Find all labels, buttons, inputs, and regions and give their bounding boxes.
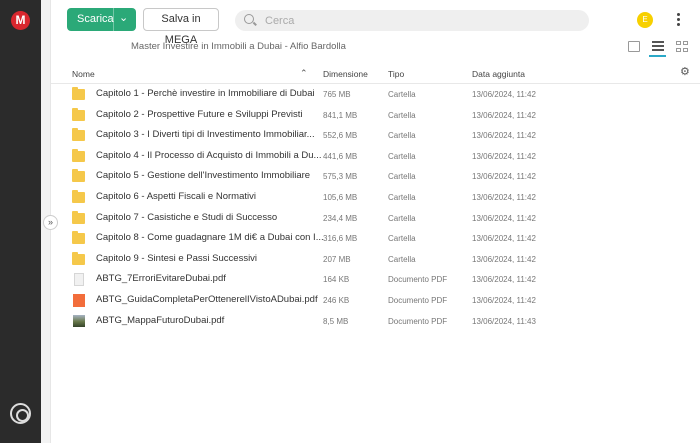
grid-view-icon[interactable] [676,41,688,52]
mega-logo-icon[interactable]: M [11,11,30,30]
file-date-added: 13/06/2024, 11:42 [472,172,536,182]
gear-icon[interactable]: ⚙ [680,67,691,78]
file-size: 164 KB [323,275,350,285]
file-type: Cartella [388,193,416,202]
file-name[interactable]: ABTG_7ErroriEvitareDubai.pdf [96,273,226,284]
file-size: 246 KB [323,296,350,305]
left-sidebar: M [0,0,41,443]
thumbnail-view-icon[interactable] [628,41,640,52]
column-header-size[interactable]: Dimensione [323,69,368,79]
pdf-file-icon [74,273,84,287]
table-row[interactable]: ABTG_MappaFuturoDubai.pdf 8,5 MB Documento… [51,311,700,332]
file-type: Cartella [388,90,416,99]
column-header-type[interactable]: Tipo [388,69,404,79]
file-type: Documento PDF [388,275,448,285]
file-date-added: 13/06/2024, 11:42 [472,131,536,141]
image-thumbnail-icon [73,314,85,327]
file-name[interactable]: Capitolo 9 - Sintesi e Passi Successivi [96,253,257,264]
search-input[interactable] [265,13,565,28]
table-row[interactable]: Capitolo 6 - Aspetti Fiscali e Normativi… [51,187,700,208]
save-to-mega-button[interactable]: Salva in MEGA [143,8,219,46]
file-name[interactable]: ABTG_MappaFuturoDubai.pdf [96,315,224,326]
file-name[interactable]: Capitolo 7 - Casistiche e Studi di Succe… [96,212,277,223]
file-date-added: 13/06/2024, 11:43 [472,316,536,326]
folder-icon [72,169,85,183]
file-name[interactable]: Capitolo 8 - Come guadagnare 1M di€ a Du… [96,232,324,243]
file-type: Cartella [388,131,416,141]
file-date-added: 13/06/2024, 11:42 [472,234,536,244]
file-size: 8,5 MB [323,316,349,326]
file-size: 575,3 MB [323,172,358,182]
folder-icon [72,210,85,224]
transfer-manager-icon[interactable] [10,403,31,424]
file-date-added: 13/06/2024, 11:42 [472,213,536,223]
file-date-added: 13/06/2024, 11:42 [472,90,536,99]
file-size: 441,6 MB [323,151,358,161]
file-name[interactable]: Capitolo 4 - Il Processo di Acquisto di … [96,150,321,161]
file-size: 552,6 MB [323,131,358,141]
sort-ascending-icon[interactable]: ⌃ [300,68,308,79]
file-name[interactable]: Capitolo 6 - Aspetti Fiscali e Normativi [96,191,256,202]
folder-icon [72,128,85,142]
file-type: Cartella [388,213,416,223]
file-size: 316,6 MB [323,234,358,244]
pdf-thumbnail-icon [73,294,85,307]
more-menu-icon[interactable] [677,13,681,29]
avatar[interactable]: E [637,12,653,28]
file-date-added: 13/06/2024, 11:42 [472,193,536,202]
file-size: 234,4 MB [323,213,358,223]
file-type: Documento PDF [388,296,448,305]
file-name[interactable]: Capitolo 3 - I Diverti tipi di Investime… [96,129,315,140]
column-header-name[interactable]: Nome [72,69,95,79]
table-row[interactable]: Capitolo 7 - Casistiche e Studi di Succe… [51,208,700,229]
download-button-separator [113,8,114,31]
file-type: Cartella [388,172,416,182]
search-icon [244,14,254,24]
download-button-label: Scarica [77,13,114,25]
folder-icon [72,107,85,121]
table-row[interactable]: Capitolo 3 - I Diverti tipi di Investime… [51,125,700,146]
file-date-added: 13/06/2024, 11:42 [472,296,536,305]
file-name[interactable]: Capitolo 2 - Prospettive Future e Svilup… [96,109,302,120]
file-size: 207 MB [323,254,351,264]
file-name[interactable]: ABTG_GuidaCompletaPerOttenerelIVistoADub… [96,294,318,305]
file-type: Documento PDF [388,316,448,326]
active-view-indicator [649,55,666,57]
file-date-added: 13/06/2024, 11:42 [472,254,536,264]
column-header-date[interactable]: Data aggiunta [472,69,525,79]
folder-icon [72,231,85,245]
file-date-added: 13/06/2024, 11:42 [472,110,536,120]
table-header: Nome ⌃ Dimensione Tipo Data aggiunta [51,62,700,84]
file-size: 841,1 MB [323,110,358,120]
file-name[interactable]: Capitolo 5 - Gestione dell'Investimento … [96,170,310,181]
file-type: Cartella [388,254,416,264]
file-date-added: 13/06/2024, 11:42 [472,275,536,285]
table-row[interactable]: Capitolo 2 - Prospettive Future e Svilup… [51,105,700,126]
download-button[interactable]: Scarica ⌄ [67,8,136,31]
file-type: Cartella [388,234,416,244]
table-row[interactable]: Capitolo 4 - Il Processo di Acquisto di … [51,146,700,167]
file-name[interactable]: Capitolo 1 - Perchè investire in Immobil… [96,88,315,99]
table-row[interactable]: Capitolo 1 - Perchè investire in Immobil… [51,84,700,105]
breadcrumb: Master Investire in Immobili a Dubai - A… [131,41,346,52]
folder-icon [72,87,85,100]
file-type: Cartella [388,110,416,120]
file-type: Cartella [388,151,416,161]
file-date-added: 13/06/2024, 11:42 [472,151,536,161]
file-size: 105,6 MB [323,193,358,202]
table-row[interactable]: Capitolo 5 - Gestione dell'Investimento … [51,166,700,187]
table-row[interactable]: Capitolo 9 - Sintesi e Passi Successivi 2… [51,249,700,270]
list-view-icon[interactable] [652,41,664,52]
folder-icon [72,251,85,265]
folder-icon [72,190,85,203]
chevron-down-icon[interactable]: ⌄ [119,11,128,24]
file-size: 765 MB [323,90,351,99]
table-row[interactable]: ABTG_7ErroriEvitareDubai.pdf 164 KB Docume… [51,269,700,290]
table-row[interactable]: ABTG_GuidaCompletaPerOttenerelIVistoADub… [51,290,700,311]
table-row[interactable]: Capitolo 8 - Come guadagnare 1M di€ a Du… [51,228,700,249]
folder-icon [72,148,85,162]
